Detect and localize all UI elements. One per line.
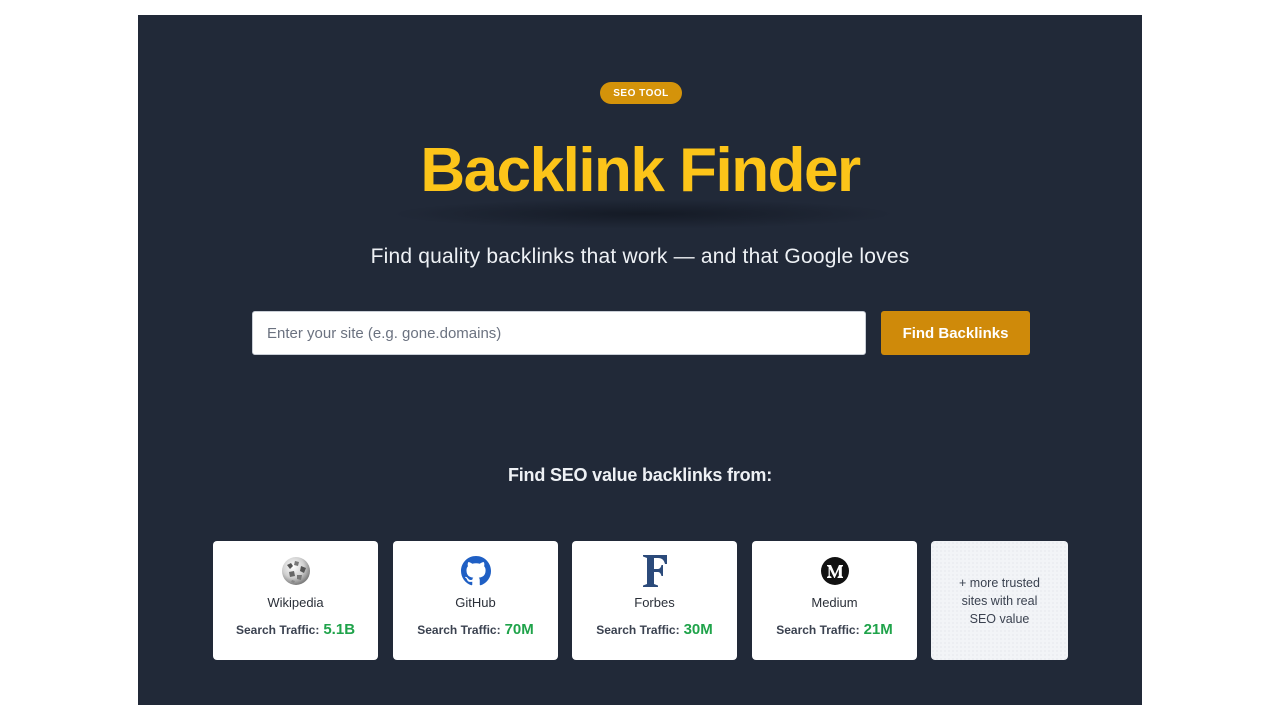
medium-m-icon <box>820 557 849 585</box>
hero-panel: SEO TOOL Backlink Finder Find quality ba… <box>138 15 1142 705</box>
traffic-label: Search Traffic: <box>776 623 860 637</box>
source-card-medium[interactable]: Medium Search Traffic: 21M <box>752 541 917 660</box>
source-card-forbes[interactable]: Forbes Search Traffic: 30M <box>572 541 737 660</box>
traffic-label: Search Traffic: <box>235 623 320 637</box>
traffic-label: Search Traffic: <box>417 623 501 637</box>
page-subtitle: Find quality backlinks that work — and t… <box>370 245 910 268</box>
github-octocat-icon <box>460 556 491 586</box>
traffic-label: Search Traffic: <box>596 623 680 637</box>
source-card-github[interactable]: GitHub Search Traffic: 70M <box>393 541 558 660</box>
source-name: Wikipedia <box>267 595 324 610</box>
search-traffic: Search Traffic: 21M <box>752 621 917 638</box>
seo-tool-badge: SEO TOOL <box>600 82 682 104</box>
search-traffic: Search Traffic: 30M <box>572 621 737 638</box>
traffic-value: 30M <box>683 621 713 638</box>
source-card-wikipedia[interactable]: Wikipedia Search Traffic: 5.1B <box>213 541 378 660</box>
source-name: Forbes <box>634 595 675 610</box>
search-traffic: Search Traffic: 70M <box>393 621 558 638</box>
traffic-value: 21M <box>863 621 893 638</box>
find-backlinks-button[interactable]: Find Backlinks <box>881 311 1030 355</box>
sources-heading: Find SEO value backlinks from: <box>507 465 773 485</box>
traffic-value: 5.1B <box>323 621 356 638</box>
traffic-value: 70M <box>504 621 534 638</box>
page-title: Backlink Finder <box>420 136 861 205</box>
site-search-input[interactable] <box>252 311 866 355</box>
search-traffic: Search Traffic: 5.1B <box>213 621 378 638</box>
more-sites-card: + more trusted sites with real SEO value <box>931 541 1068 660</box>
wikipedia-globe-icon <box>281 557 310 585</box>
forbes-f-icon <box>642 555 667 587</box>
source-name: GitHub <box>455 595 496 610</box>
source-name: Medium <box>811 595 858 610</box>
